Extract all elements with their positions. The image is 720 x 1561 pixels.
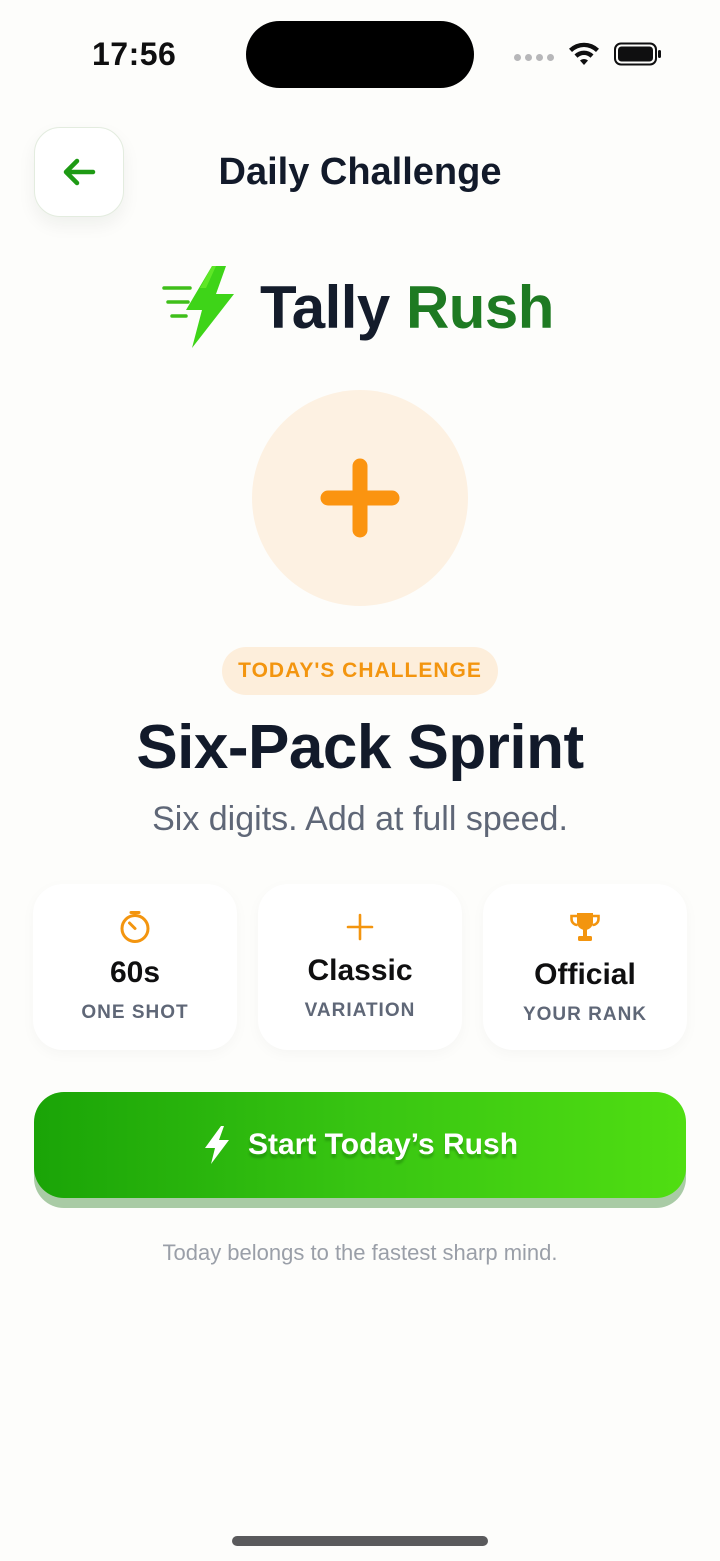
battery-icon — [614, 42, 661, 66]
stat-value: Classic — [307, 954, 413, 987]
stat-label: VARIATION — [304, 1000, 416, 1021]
plus-icon — [346, 913, 374, 941]
arrow-left-icon — [63, 158, 96, 186]
challenge-title: Six-Pack Sprint — [136, 713, 584, 782]
cellular-signal-icon — [514, 53, 554, 61]
stat-card-variation: Classic VARIATION — [258, 884, 462, 1050]
status-time: 17:56 — [92, 36, 177, 72]
page-title: Daily Challenge — [218, 151, 502, 193]
footer-note: Today belongs to the fastest sharp mind. — [162, 1240, 558, 1265]
start-rush-button[interactable]: Start Today’s Rush — [34, 1092, 686, 1198]
stat-card-rank: Official YOUR RANK — [483, 884, 687, 1050]
back-button[interactable] — [34, 127, 124, 217]
daily-challenge-screen: 17:56 Daily Challenge Tally Rush TODAY'S… — [0, 0, 720, 1561]
challenge-badge: TODAY'S CHALLENGE — [222, 647, 498, 695]
wifi-icon — [569, 42, 599, 65]
app-logo: Tally Rush — [160, 262, 554, 352]
challenge-stats: 60s ONE SHOT Classic VARIATION Official … — [33, 884, 687, 1050]
trophy-icon — [570, 913, 600, 941]
logo-word-rush: Rush — [405, 273, 555, 341]
stat-value: 60s — [109, 956, 161, 989]
lightning-bolt-icon — [204, 1126, 229, 1164]
stat-label: ONE SHOT — [81, 1002, 189, 1023]
logo-wordmark: Tally Rush — [260, 273, 554, 342]
challenge-icon-circle — [252, 390, 468, 606]
status-icons — [514, 38, 662, 70]
dynamic-island — [246, 21, 474, 88]
stat-value: Official — [534, 958, 636, 991]
plus-icon — [320, 458, 400, 538]
logo-word-tally: Tally — [260, 273, 390, 341]
stat-label: YOUR RANK — [522, 1004, 648, 1025]
home-indicator[interactable] — [232, 1536, 488, 1546]
stat-card-duration: 60s ONE SHOT — [33, 884, 237, 1050]
timer-icon — [120, 911, 150, 943]
lightning-bolt-icon — [162, 266, 234, 348]
challenge-subtitle: Six digits. Add at full speed. — [152, 800, 568, 838]
start-rush-label: Start Today’s Rush — [247, 1128, 519, 1161]
